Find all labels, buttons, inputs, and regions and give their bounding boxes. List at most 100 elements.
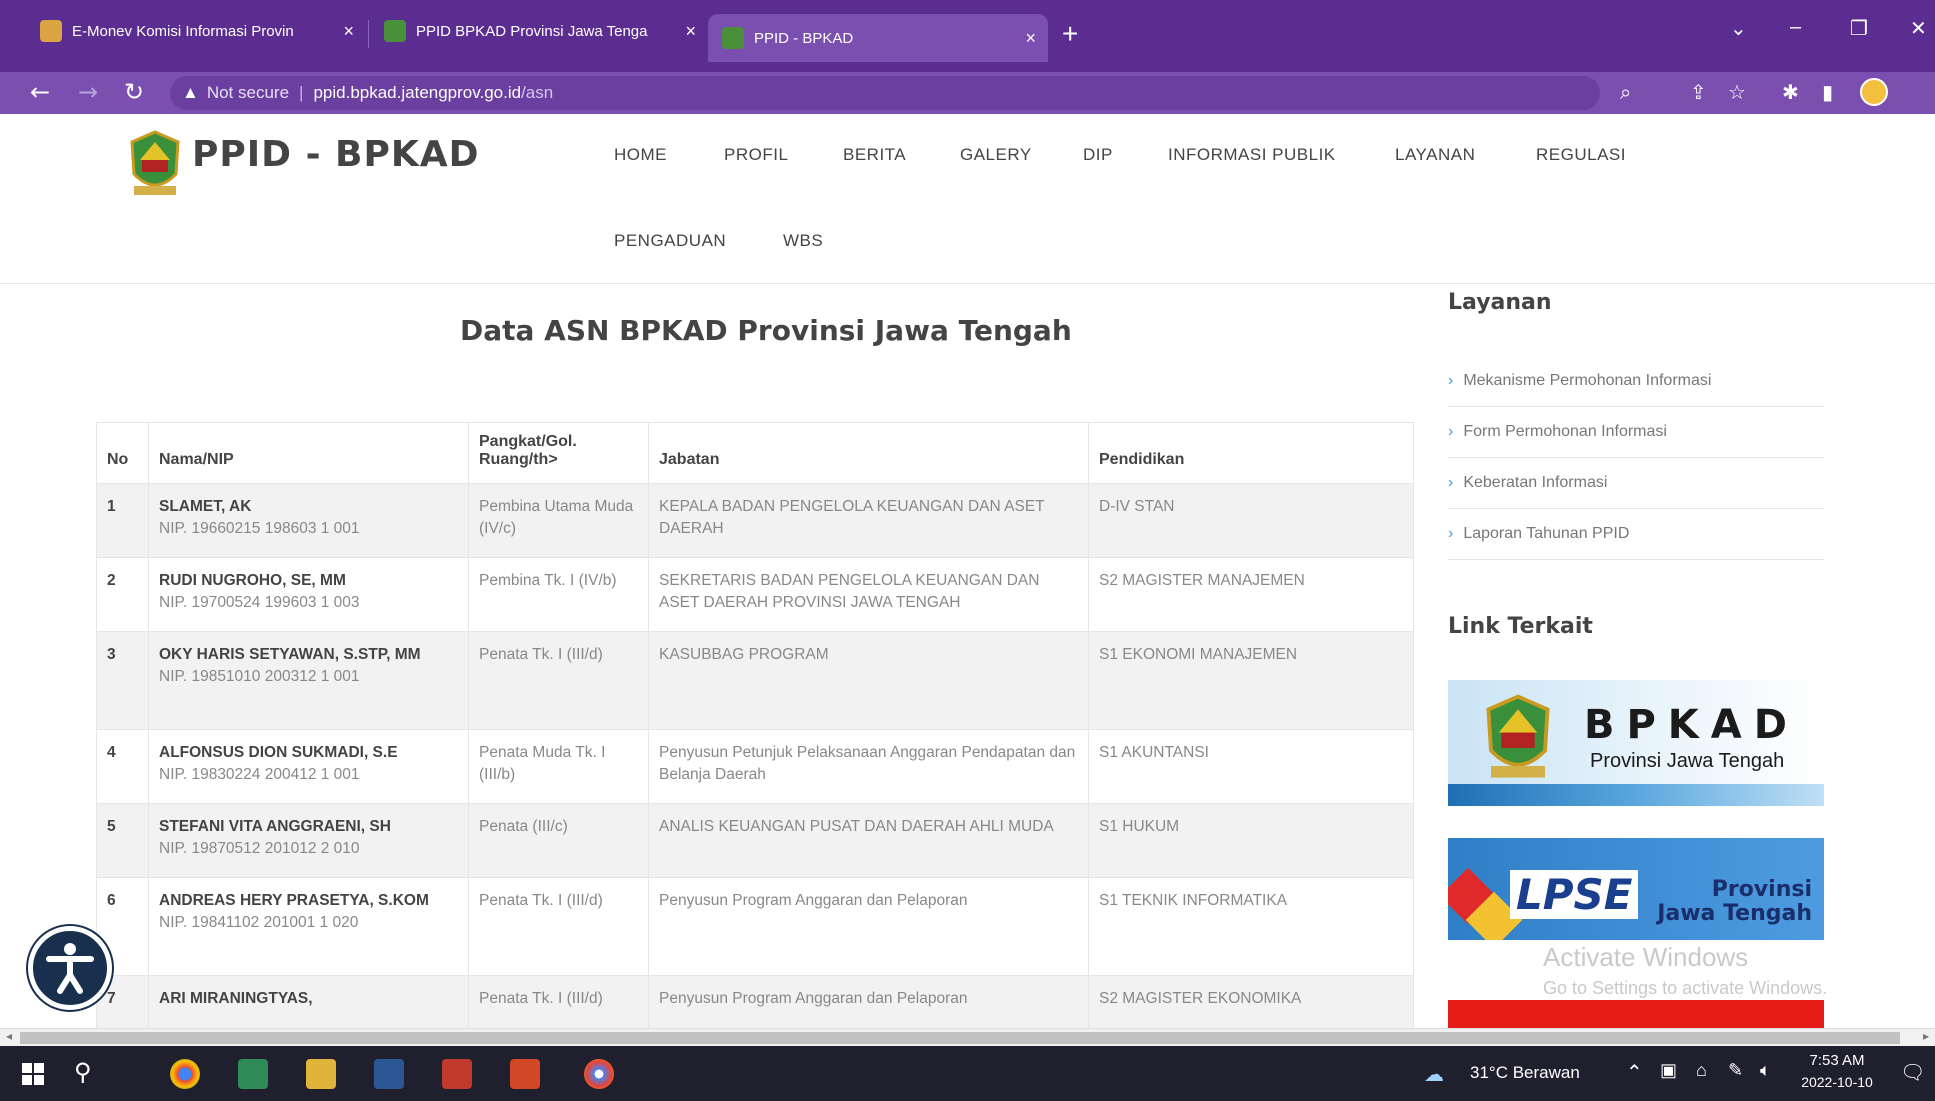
employee-name: SLAMET, AK xyxy=(159,498,252,515)
nav-dip[interactable]: DIP xyxy=(1083,145,1113,165)
pen-icon[interactable]: ✎ xyxy=(1728,1060,1743,1081)
nav-pengaduan[interactable]: PENGADUAN xyxy=(614,231,726,251)
nav-layanan[interactable]: LAYANAN xyxy=(1395,145,1475,165)
browser-tab[interactable]: PPID BPKAD Provinsi Jawa Tenga × xyxy=(370,10,708,52)
cell-pangkat: Penata Muda Tk. I (III/b) xyxy=(468,729,649,804)
not-secure-label[interactable]: Not secure xyxy=(207,83,289,103)
jateng-emblem-logo[interactable] xyxy=(128,130,182,200)
show-hidden-icons-chevron-icon[interactable]: ⌃ xyxy=(1626,1060,1643,1085)
excel-app-icon[interactable] xyxy=(238,1059,268,1089)
col-header-pendidikan: Pendidikan xyxy=(1088,422,1414,484)
notification-center-icon[interactable]: 🗨︎ xyxy=(1900,1060,1925,1085)
chrome-icon[interactable] xyxy=(170,1059,200,1089)
minimize-icon[interactable]: – xyxy=(1790,16,1801,39)
network-icon[interactable]: ⌂ xyxy=(1696,1060,1707,1081)
cell-no: 4 xyxy=(96,729,149,804)
site-title[interactable]: PPID - BPKAD xyxy=(192,134,480,175)
table-row: 2 RUDI NUGROHO, SE, MM NIP. 19700524 1996… xyxy=(96,557,1414,632)
employee-name: ARI MIRANINGTYAS, xyxy=(159,990,313,1007)
close-icon[interactable]: × xyxy=(685,21,696,42)
browser-tab[interactable]: E-Monev Komisi Informasi Provin × xyxy=(26,10,366,52)
sidebar-heading-link-terkait: Link Terkait xyxy=(1448,614,1593,639)
address-bar[interactable]: ▲ Not secure | ppid.bpkad.jatengprov.go.… xyxy=(170,76,1600,110)
sidebar-item-label: Keberatan Informasi xyxy=(1463,474,1608,491)
cell-pendidikan: S2 MAGISTER EKONOMIKA xyxy=(1088,975,1414,1036)
cell-pangkat: Pembina Tk. I (IV/b) xyxy=(468,557,649,632)
cell-no: 3 xyxy=(96,631,149,730)
employee-name: OKY HARIS SETYAWAN, S.STP, MM xyxy=(159,646,421,663)
profile-avatar[interactable] xyxy=(1860,78,1888,106)
side-panel-icon[interactable]: ▮ xyxy=(1822,80,1833,104)
pdf-app-icon[interactable] xyxy=(442,1059,472,1089)
lpse-banner-link[interactable]: LPSE Provinsi Jawa Tengah xyxy=(1448,838,1824,940)
nav-profil[interactable]: PROFIL xyxy=(724,145,788,165)
ppid-favicon-icon xyxy=(722,27,744,49)
volume-icon[interactable]: 🔈︎ xyxy=(1760,1060,1771,1081)
activate-windows-hint: Go to Settings to activate Windows. xyxy=(1543,978,1828,998)
search-icon[interactable]: ⚲ xyxy=(74,1058,92,1087)
forward-arrow-icon[interactable]: → xyxy=(78,78,98,106)
new-tab-button[interactable]: + xyxy=(1062,18,1078,50)
scroll-right-icon[interactable]: ▸ xyxy=(1923,1029,1929,1043)
nav-wbs[interactable]: WBS xyxy=(783,231,823,251)
cell-nama-nip: OKY HARIS SETYAWAN, S.STP, MM NIP. 198510… xyxy=(148,631,469,730)
nav-regulasi[interactable]: REGULASI xyxy=(1536,145,1626,165)
close-icon[interactable]: × xyxy=(343,21,354,42)
scroll-left-icon[interactable]: ◂ xyxy=(6,1029,12,1043)
browser-toolbar: ← → ↻ ▲ Not secure | ppid.bpkad.jatengpr… xyxy=(0,72,1935,114)
bpkad-banner-title: BPKAD xyxy=(1584,702,1799,748)
bpkad-banner-link[interactable]: BPKAD Provinsi Jawa Tengah xyxy=(1448,680,1824,806)
nav-berita[interactable]: BERITA xyxy=(843,145,906,165)
chrome-profile-icon[interactable] xyxy=(584,1059,614,1089)
sidebar-item-keberatan[interactable]: › Keberatan Informasi xyxy=(1448,458,1824,509)
ppid-favicon-icon xyxy=(384,20,406,42)
warning-triangle-icon: ▲ xyxy=(182,83,199,102)
sidebar-item-mekanisme[interactable]: › Mekanisme Permohonan Informasi xyxy=(1448,356,1824,407)
sidebar-item-label: Form Permohonan Informasi xyxy=(1463,423,1667,440)
cell-jabatan: KEPALA BADAN PENGELOLA KEUANGAN DAN ASET… xyxy=(648,483,1089,558)
zoom-icon[interactable]: ⌕ xyxy=(1620,80,1631,104)
file-explorer-icon[interactable] xyxy=(306,1059,336,1089)
browser-tab-active[interactable]: PPID - BPKAD × xyxy=(708,14,1048,62)
employee-nip: NIP. 19700524 199603 1 003 xyxy=(159,594,360,611)
col-header-nama-nip: Nama/NIP xyxy=(148,422,469,484)
back-arrow-icon[interactable]: ← xyxy=(30,78,50,106)
sidebar-item-form[interactable]: › Form Permohonan Informasi xyxy=(1448,407,1824,458)
share-icon[interactable]: ⇪ xyxy=(1690,80,1707,104)
lpse-province-line2: Jawa Tengah xyxy=(1657,901,1812,926)
word-icon[interactable] xyxy=(374,1059,404,1089)
employee-name: ALFONSUS DION SUKMADI, S.E xyxy=(159,744,398,761)
tray-app-icon[interactable]: ▣ xyxy=(1660,1060,1677,1081)
table-header-row: No Nama/NIP Pangkat/Gol. Ruang/th> Jabat… xyxy=(96,422,1414,484)
weather-text[interactable]: 31°C Berawan xyxy=(1470,1063,1580,1083)
bookmark-star-icon[interactable]: ☆ xyxy=(1728,80,1746,104)
horizontal-scrollbar[interactable]: ◂ ▸ xyxy=(0,1028,1935,1046)
tab-search-chevron-icon[interactable]: ⌄ xyxy=(1730,16,1747,41)
close-icon[interactable]: × xyxy=(1025,28,1036,49)
employee-nip: NIP. 19660215 198603 1 001 xyxy=(159,520,360,537)
cell-pangkat: Penata Tk. I (III/d) xyxy=(468,631,649,730)
nav-galery[interactable]: GALERY xyxy=(960,145,1032,165)
red-banner-link[interactable] xyxy=(1448,1000,1824,1028)
lpse-province-line1: Provinsi xyxy=(1711,877,1812,902)
nav-informasi-publik[interactable]: INFORMASI PUBLIK xyxy=(1168,145,1336,165)
clock-date[interactable]: 2022-10-10 xyxy=(1796,1074,1878,1090)
restore-icon[interactable]: ❐ xyxy=(1850,16,1868,41)
site-header: PPID - BPKAD HOME PROFIL BERITA GALERY D… xyxy=(0,114,1935,284)
windows-start-icon[interactable] xyxy=(22,1063,44,1085)
nav-home[interactable]: HOME xyxy=(614,145,667,165)
scrollbar-thumb[interactable] xyxy=(20,1032,1900,1044)
extensions-puzzle-icon[interactable]: ✱ xyxy=(1782,80,1799,104)
sidebar-item-laporan[interactable]: › Laporan Tahunan PPID xyxy=(1448,509,1824,560)
table-row: 5 STEFANI VITA ANGGRAENI, SH NIP. 1987051… xyxy=(96,803,1414,878)
cell-nama-nip: STEFANI VITA ANGGRAENI, SH NIP. 19870512 … xyxy=(148,803,469,878)
powerpoint-icon[interactable] xyxy=(510,1059,540,1089)
accessibility-button[interactable] xyxy=(28,926,112,1010)
window-close-icon[interactable]: ✕ xyxy=(1910,16,1927,41)
tab-separator xyxy=(368,20,369,48)
garuda-favicon-icon xyxy=(40,20,62,42)
clock-time[interactable]: 7:53 AM xyxy=(1806,1052,1868,1069)
employee-name: STEFANI VITA ANGGRAENI, SH xyxy=(159,818,391,835)
accessibility-person-icon xyxy=(46,943,94,994)
reload-icon[interactable]: ↻ xyxy=(124,78,144,106)
